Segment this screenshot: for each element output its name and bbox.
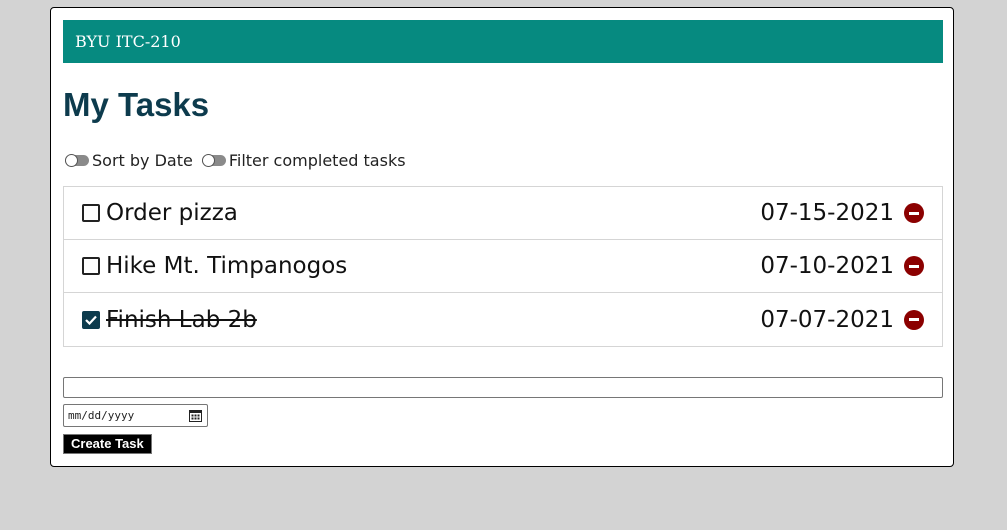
task-row: Finish Lab 2b 07-07-2021	[64, 293, 942, 346]
task-list: Order pizza 07-15-2021 Hike Mt. Timpanog…	[63, 186, 943, 347]
page-title: My Tasks	[63, 86, 210, 123]
sort-by-date-toggle[interactable]: Sort by Date	[65, 151, 193, 170]
calendar-icon[interactable]	[189, 409, 202, 422]
remove-task-icon[interactable]	[904, 203, 924, 223]
toggle-switch[interactable]	[201, 154, 226, 167]
remove-task-icon[interactable]	[904, 256, 924, 276]
create-task-button[interactable]: Create Task	[63, 434, 152, 454]
task-date: 07-07-2021	[760, 306, 894, 333]
toggle-bar: Sort by Date Filter completed tasks	[65, 151, 415, 170]
banner-title: BYU ITC-210	[75, 32, 181, 51]
task-name: Hike Mt. Timpanogos	[106, 253, 348, 279]
filter-completed-toggle[interactable]: Filter completed tasks	[201, 151, 406, 170]
header-banner: BYU ITC-210	[63, 20, 943, 63]
task-date: 07-15-2021	[760, 200, 894, 226]
due-date-input[interactable]: mm/dd/yyyy	[63, 404, 208, 427]
task-name: Finish Lab 2b	[106, 306, 257, 333]
task-date: 07-10-2021	[760, 253, 894, 279]
sort-by-date-label: Sort by Date	[92, 151, 193, 170]
task-row: Hike Mt. Timpanogos 07-10-2021	[64, 240, 942, 293]
date-placeholder: mm/dd/yyyy	[68, 409, 135, 422]
task-checkbox[interactable]	[82, 257, 100, 275]
remove-task-icon[interactable]	[904, 309, 924, 330]
task-checkbox[interactable]	[82, 310, 100, 329]
task-name: Order pizza	[106, 200, 238, 226]
task-checkbox[interactable]	[82, 204, 100, 222]
task-name-input[interactable]	[63, 377, 943, 398]
app-card: BYU ITC-210 My Tasks Sort by Date Filter…	[50, 7, 954, 467]
task-row: Order pizza 07-15-2021	[64, 187, 942, 240]
toggle-switch[interactable]	[65, 154, 89, 167]
filter-completed-label: Filter completed tasks	[228, 151, 406, 170]
